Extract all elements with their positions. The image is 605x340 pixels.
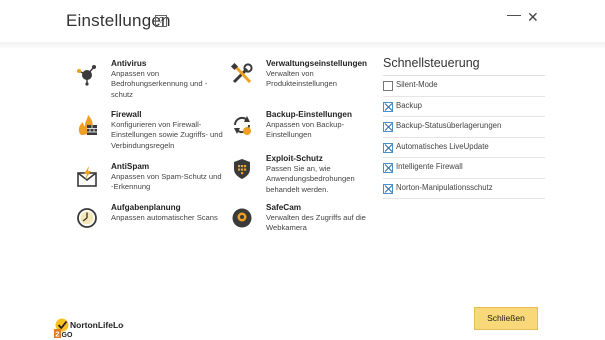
checkbox-checked[interactable] — [383, 183, 393, 194]
backup-icon — [233, 116, 251, 135]
help-icon[interactable]: ? — [155, 15, 167, 27]
setting-title: Antivirus — [111, 59, 147, 68]
header: Einstellungen ? — ✕ — [0, 0, 605, 42]
setting-desc: Anpassen von Backup-Einstellungen — [266, 120, 345, 140]
setting-title: AntiSpam — [111, 162, 150, 171]
quick-controls-panel: Schnellsteuerung Silent-Mode Backup Back… — [383, 56, 545, 199]
checkbox[interactable] — [383, 81, 393, 91]
setting-title: Aufgabenplanung — [111, 203, 181, 212]
setting-title: Exploit-Schutz — [266, 154, 323, 163]
checkbox-checked[interactable] — [383, 101, 393, 112]
setting-desc: Anpassen von Bedrohungserkennung und -sc… — [111, 69, 208, 99]
quick-control-tamper-protection[interactable]: Norton-Manipulationsschutz — [383, 179, 545, 199]
quick-control-label: Automatisches LiveUpdate — [396, 141, 489, 151]
header-divider — [0, 42, 605, 48]
antivirus-icon — [77, 65, 96, 86]
close-window-button[interactable]: ✕ — [527, 9, 539, 26]
settings-window: Einstellungen ? — ✕ Antivirus Anpassen v… — [0, 0, 605, 340]
nortonlifelock-logo: 2 GO NortonLifeLock — [54, 318, 124, 339]
minimize-button[interactable]: — — [507, 6, 521, 22]
quick-control-label: Intelligente Firewall — [396, 162, 463, 171]
quick-control-smart-firewall[interactable]: Intelligente Firewall — [383, 158, 545, 179]
tools-icon — [230, 62, 253, 84]
setting-desc: Konfigurieren von Firewall-Einstellungen… — [111, 120, 223, 150]
clock-icon — [77, 208, 97, 228]
quick-control-silent-mode[interactable]: Silent-Mode — [383, 76, 545, 97]
antispam-icon — [77, 166, 97, 187]
exploit-shield-icon — [234, 159, 250, 179]
quick-control-label: Silent-Mode — [396, 80, 438, 89]
svg-text:2: 2 — [55, 330, 59, 339]
close-button[interactable]: Schließen — [474, 307, 538, 330]
quick-control-label: Backup-Statusüberlagerungen — [396, 121, 502, 130]
setting-title: Backup-Einstellungen — [266, 110, 352, 119]
checkbox-checked[interactable] — [383, 142, 393, 153]
setting-desc: Anpassen automatischer Scans — [111, 213, 218, 222]
svg-text:NortonLifeLock: NortonLifeLock — [70, 320, 124, 330]
setting-desc: Verwalten von Produkteinstellungen — [266, 69, 337, 89]
firewall-icon — [78, 115, 97, 135]
quick-control-backup-overlays[interactable]: Backup-Statusüberlagerungen — [383, 117, 545, 138]
quick-control-backup[interactable]: Backup — [383, 97, 545, 117]
quick-control-label: Norton-Manipulationsschutz — [396, 182, 493, 192]
setting-title: Firewall — [111, 110, 142, 119]
webcam-icon — [232, 208, 252, 228]
svg-text:GO: GO — [62, 332, 73, 338]
setting-title: Verwaltungseinstellungen — [266, 59, 367, 68]
quick-control-label: Backup — [396, 100, 423, 110]
quick-control-liveupdate[interactable]: Automatisches LiveUpdate — [383, 138, 545, 158]
setting-title: SafeCam — [266, 203, 302, 212]
checkbox-checked[interactable] — [383, 122, 393, 132]
setting-desc: Passen Sie an, wie Anwendungsbedrohungen… — [266, 164, 355, 194]
setting-desc: Verwalten des Zugriffs auf die Webkamera — [266, 213, 366, 233]
setting-desc: Anpassen von Spam-Schutz und -Erkennung — [111, 172, 222, 192]
checkbox-checked[interactable] — [383, 163, 393, 173]
quick-controls-heading: Schnellsteuerung — [383, 56, 545, 76]
